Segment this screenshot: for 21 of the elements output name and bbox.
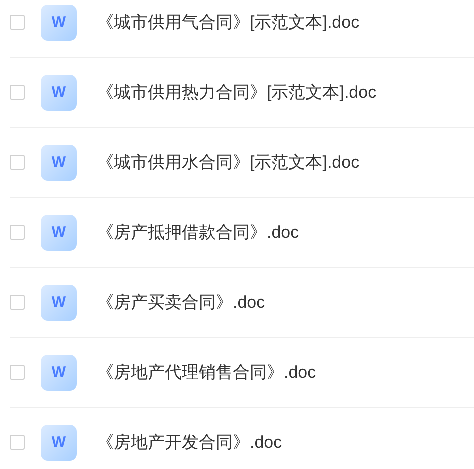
checkbox[interactable] bbox=[10, 155, 25, 170]
checkbox[interactable] bbox=[10, 435, 25, 450]
word-document-icon: W bbox=[41, 424, 77, 460]
checkbox[interactable] bbox=[10, 85, 25, 100]
file-name[interactable]: 《房地产代理销售合同》.doc bbox=[97, 361, 316, 384]
file-name[interactable]: 《城市供用热力合同》[示范文本].doc bbox=[97, 81, 377, 104]
file-name[interactable]: 《房地产开发合同》.doc bbox=[97, 431, 282, 454]
word-document-icon: W bbox=[41, 144, 77, 180]
file-name[interactable]: 《城市供用气合同》[示范文本].doc bbox=[97, 11, 360, 34]
word-document-icon: W bbox=[41, 4, 77, 40]
checkbox[interactable] bbox=[10, 225, 25, 240]
file-name[interactable]: 《房产抵押借款合同》.doc bbox=[97, 221, 300, 244]
word-document-icon: W bbox=[41, 214, 77, 250]
checkbox[interactable] bbox=[10, 365, 25, 380]
word-document-icon: W bbox=[41, 354, 77, 390]
file-name[interactable]: 《城市供用水合同》[示范文本].doc bbox=[97, 151, 360, 174]
word-document-icon: W bbox=[41, 74, 77, 110]
checkbox[interactable] bbox=[10, 295, 25, 310]
checkbox[interactable] bbox=[10, 15, 25, 30]
word-document-icon: W bbox=[41, 284, 77, 320]
file-name[interactable]: 《房产买卖合同》.doc bbox=[97, 291, 266, 314]
